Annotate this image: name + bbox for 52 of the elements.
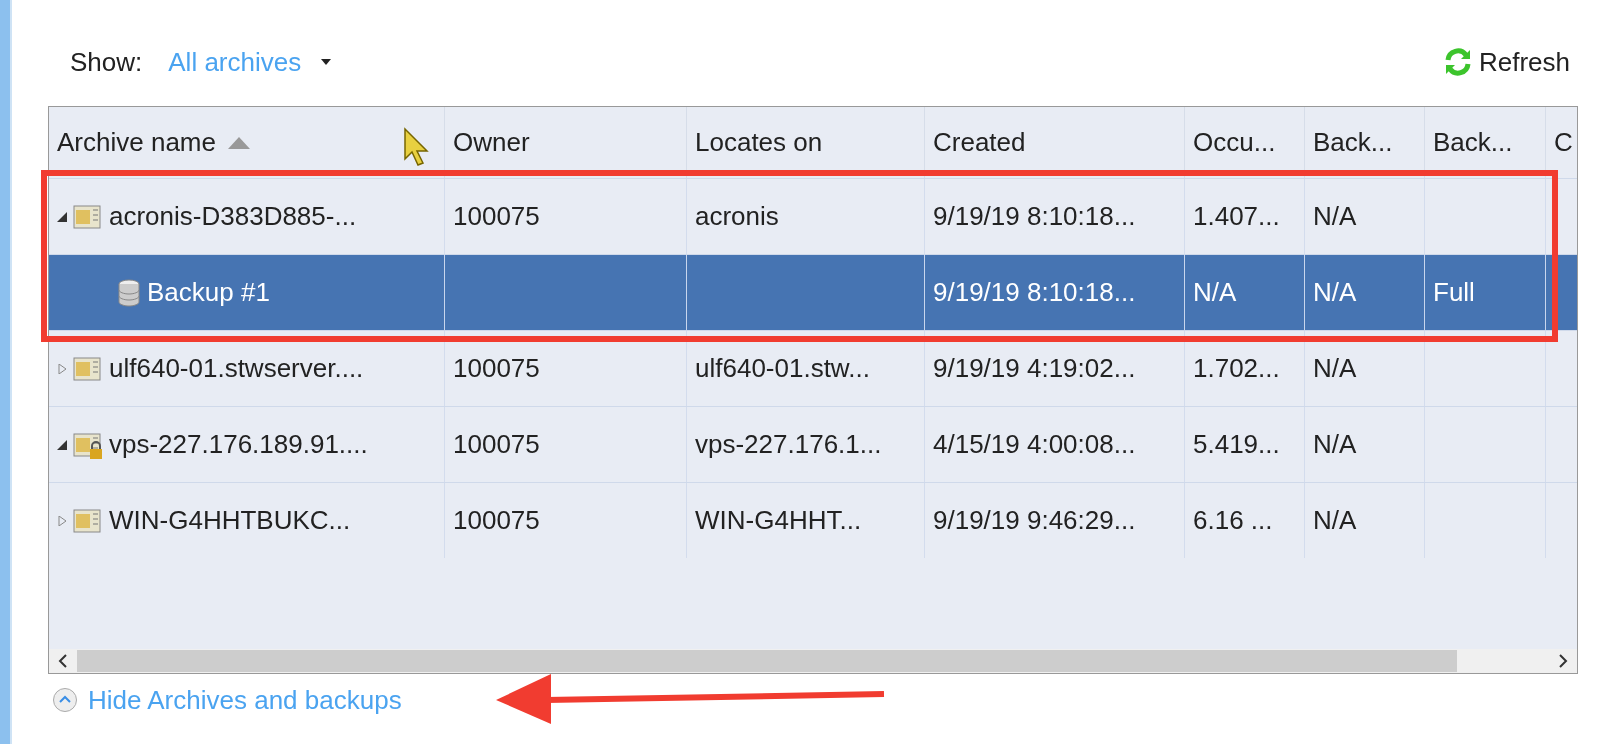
- database-icon: [117, 278, 141, 307]
- archive-name: WIN-G4HHTBUKC...: [109, 505, 351, 536]
- table-cell: 9/19/19 9:46:29...: [933, 505, 1136, 536]
- table-cell: 6.16 ...: [1193, 505, 1273, 536]
- caret-icon: [321, 59, 332, 65]
- table-cell: WIN-G4HHT...: [695, 505, 862, 536]
- scroll-left-icon[interactable]: [58, 654, 68, 668]
- column-header[interactable]: Locates on: [687, 107, 925, 178]
- column-header[interactable]: Back...: [1305, 107, 1425, 178]
- column-header[interactable]: C: [1546, 107, 1577, 178]
- table-cell: 1.407...: [1193, 201, 1280, 232]
- expander-icon[interactable]: [57, 439, 67, 450]
- table-cell: 9/19/19 8:10:18...: [933, 277, 1136, 308]
- table-cell: 4/15/19 4:00:08...: [933, 429, 1136, 460]
- show-label: Show:: [70, 46, 143, 78]
- table-cell: 100075: [453, 429, 540, 460]
- refresh-button[interactable]: Refresh: [1442, 46, 1570, 78]
- table-cell: 9/19/19 4:19:02...: [933, 353, 1136, 384]
- table-cell: vps-227.176.1...: [695, 429, 882, 460]
- column-header[interactable]: Created: [925, 107, 1185, 178]
- cursor-icon: [403, 127, 429, 167]
- table-cell: 5.419...: [1193, 429, 1280, 460]
- table-cell: 100075: [453, 201, 540, 232]
- archive-name: acronis-D383D885-...: [109, 201, 357, 232]
- table-cell: 100075: [453, 353, 540, 384]
- table-cell: 9/19/19 8:10:18...: [933, 201, 1136, 232]
- archive-name: ulf640-01.stwserver....: [109, 353, 364, 384]
- table-cell: acronis: [695, 201, 779, 232]
- scroll-right-icon[interactable]: [1558, 654, 1568, 668]
- scrollbar-thumb[interactable]: [77, 650, 1457, 672]
- table-cell: N/A: [1313, 277, 1357, 308]
- table-cell: N/A: [1313, 429, 1357, 460]
- table-row[interactable]: WIN-G4HHTBUKC... 100075 WIN-G4HHT... 9/19/19 9:46:29... 6.16 ... N/A: [49, 482, 1577, 558]
- table-cell: N/A: [1313, 353, 1357, 384]
- table-row[interactable]: vps-227.176.189.91.... 100075 vps-227.176.1... 4/15/19 4:00:08... 5.419... N/A: [49, 406, 1577, 482]
- column-header[interactable]: Owner: [445, 107, 687, 178]
- archive-name: Backup #1: [147, 277, 270, 308]
- column-header[interactable]: Back...: [1425, 107, 1546, 178]
- table-cell: N/A: [1313, 505, 1357, 536]
- table-row[interactable]: ulf640-01.stwserver.... 100075 ulf640-01.stw... 9/19/19 4:19:02... 1.702... N/A: [49, 330, 1577, 406]
- table-cell: 100075: [453, 505, 540, 536]
- table-cell: Full: [1433, 277, 1475, 308]
- expander-icon[interactable]: [57, 211, 67, 222]
- horizontal-scrollbar[interactable]: [49, 649, 1577, 673]
- table-cell: N/A: [1193, 277, 1237, 308]
- table-row[interactable]: Backup #1 9/19/19 8:10:18... N/A N/A Full: [49, 254, 1577, 330]
- table-cell: N/A: [1313, 201, 1357, 232]
- column-header[interactable]: Occu...: [1185, 107, 1305, 178]
- table-cell: ulf640-01.stw...: [695, 353, 870, 384]
- table-cell: 1.702...: [1193, 353, 1280, 384]
- collapse-icon: [52, 687, 78, 713]
- archive-name: vps-227.176.189.91....: [109, 429, 368, 460]
